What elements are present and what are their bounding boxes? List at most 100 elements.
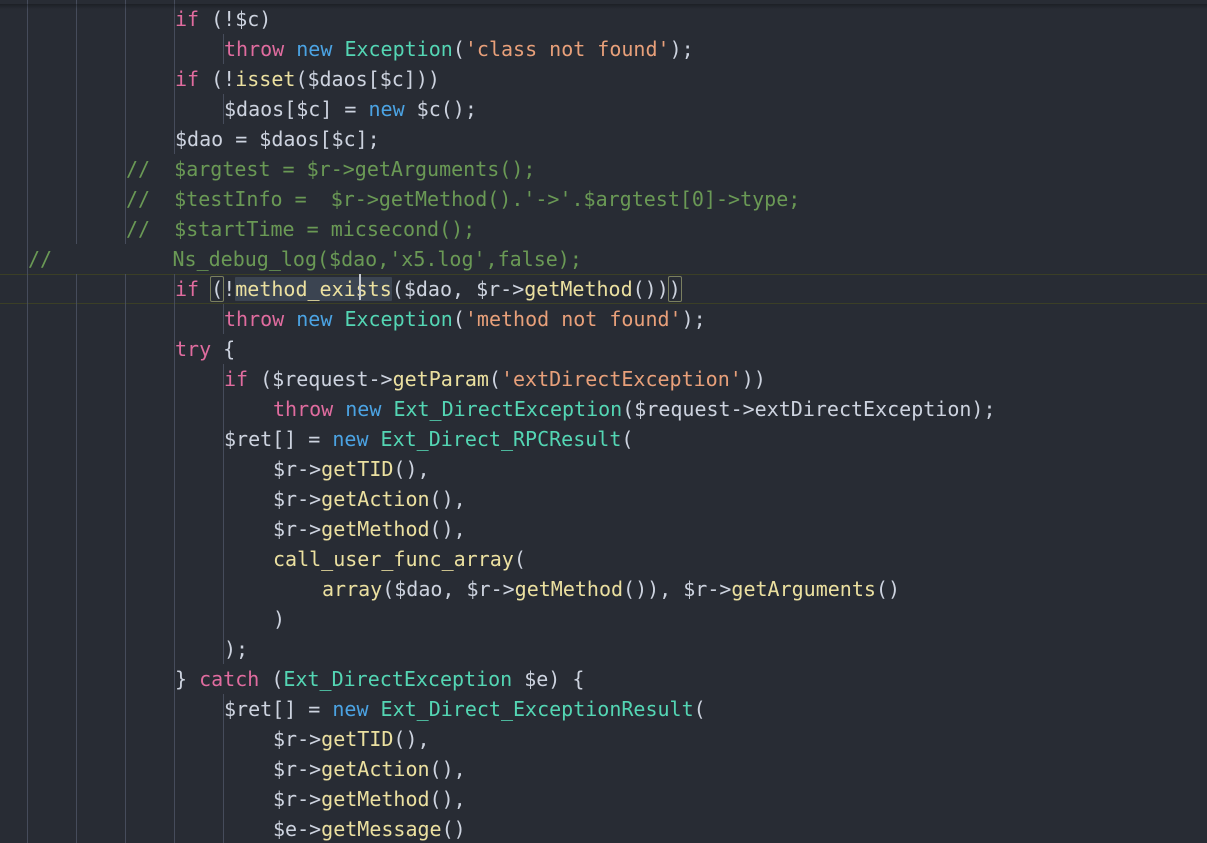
- code-token: new: [368, 97, 405, 121]
- code-token: // $testInfo = $r->getMethod().'->'.$arg…: [126, 187, 801, 211]
- code-token: getMethod: [321, 517, 430, 541]
- code-token: );: [224, 637, 249, 661]
- code-token: $dao = $daos[$c];: [175, 127, 380, 151]
- code-token: getTID: [321, 727, 394, 751]
- code-line[interactable]: array($dao, $r->getMethod()), $r->getArg…: [0, 574, 1207, 604]
- code-token: ($dao, $r->: [382, 577, 515, 601]
- code-token: (): [441, 817, 466, 841]
- code-line[interactable]: $r->getTID(),: [0, 454, 1207, 484]
- code-token: $r->: [273, 517, 322, 541]
- code-token: // Ns_debug_log($dao,'x5.log',false);: [28, 247, 582, 271]
- code-token: getParam: [392, 367, 489, 391]
- code-content[interactable]: if (!$c) throw new Exception('class not f…: [0, 4, 1207, 843]
- code-line[interactable]: $r->getMethod(),: [0, 514, 1207, 544]
- selected-text: method_exists: [235, 277, 392, 301]
- code-token: ): [273, 607, 286, 631]
- code-token: }: [175, 667, 188, 691]
- code-token: ($request->: [248, 367, 393, 391]
- code-token: getTID: [321, 457, 394, 481]
- code-line[interactable]: // Ns_debug_log($dao,'x5.log',false);: [0, 244, 1207, 274]
- code-token: );: [669, 37, 694, 61]
- code-editor-viewport[interactable]: if (!$c) if (!$c)throw new Exception('cl…: [0, 0, 1207, 843]
- code-token: (: [452, 307, 465, 331]
- code-token: (),: [429, 757, 466, 781]
- code-line[interactable]: $daos[$c] = new $c();: [0, 94, 1207, 124]
- code-line[interactable]: );: [0, 634, 1207, 664]
- code-token: Ext_DirectException: [393, 397, 623, 421]
- code-token: ($dao, $r->: [391, 277, 525, 301]
- code-token: getMethod: [321, 787, 430, 811]
- code-line[interactable]: if ($request->getParam('extDirectExcepti…: [0, 364, 1207, 394]
- code-token: $r->: [273, 787, 322, 811]
- code-line[interactable]: $r->getAction(),: [0, 754, 1207, 784]
- code-token: throw: [224, 37, 285, 61]
- code-token: getMessage: [321, 817, 442, 841]
- code-token: $e->: [273, 817, 322, 841]
- code-token: getAction: [321, 757, 430, 781]
- code-line[interactable]: if (!method_exists($dao, $r->getMethod()…: [0, 274, 1207, 304]
- code-line[interactable]: throw new Exception('method not found');: [0, 304, 1207, 334]
- code-token: // $argtest = $r->getArguments();: [126, 157, 536, 181]
- code-line[interactable]: $ret[] = new Ext_Direct_ExceptionResult(: [0, 694, 1207, 724]
- code-token: (: [621, 427, 634, 451]
- code-token: new: [345, 397, 382, 421]
- code-line[interactable]: // $startTime = micsecond();: [0, 214, 1207, 244]
- code-line[interactable]: // $testInfo = $r->getMethod().'->'.$arg…: [0, 184, 1207, 214]
- code-token: $ret[] =: [224, 427, 333, 451]
- text-caret: [358, 274, 361, 300]
- code-line[interactable]: $r->getAction(),: [0, 484, 1207, 514]
- code-token: Exception: [344, 37, 453, 61]
- code-line[interactable]: throw new Exception('class not found');: [0, 34, 1207, 64]
- code-token: if: [175, 7, 200, 31]
- code-line[interactable]: $e->getMessage(): [0, 814, 1207, 843]
- code-token: $daos[$c] =: [224, 97, 369, 121]
- code-line[interactable]: if (!$c): [0, 4, 1207, 34]
- code-token: (),: [393, 457, 430, 481]
- bracket-match: ): [667, 276, 682, 302]
- code-token: $ret[] =: [224, 697, 333, 721]
- code-token: call_user_func_array: [273, 547, 514, 571]
- code-token: throw: [273, 397, 334, 421]
- code-line[interactable]: if (!isset($daos[$c])): [0, 64, 1207, 94]
- code-token: )): [741, 367, 766, 391]
- code-token: ($daos[$c])): [295, 67, 440, 91]
- code-line[interactable]: } catch (Ext_DirectException $e) {: [0, 664, 1207, 694]
- code-token: isset: [235, 67, 296, 91]
- code-line[interactable]: $ret[] = new Ext_Direct_RPCResult(: [0, 424, 1207, 454]
- code-token: $r->: [273, 487, 322, 511]
- code-token: ()), $r->: [623, 577, 732, 601]
- code-token: (!$c): [211, 7, 272, 31]
- code-token: (),: [393, 727, 430, 751]
- code-token: ()): [632, 277, 669, 301]
- code-line[interactable]: $dao = $daos[$c];: [0, 124, 1207, 154]
- code-line[interactable]: ): [0, 604, 1207, 634]
- code-line[interactable]: $r->getTID(),: [0, 724, 1207, 754]
- code-token: new: [332, 697, 369, 721]
- code-line[interactable]: $r->getMethod(),: [0, 784, 1207, 814]
- code-token: (: [259, 667, 284, 691]
- code-line[interactable]: call_user_func_array(: [0, 544, 1207, 574]
- code-token: Ext_Direct_RPCResult: [380, 427, 622, 451]
- code-token: throw: [224, 307, 285, 331]
- code-token: $r->: [273, 757, 322, 781]
- code-token: Ext_Direct_ExceptionResult: [380, 697, 694, 721]
- code-token: $r->: [273, 727, 322, 751]
- code-token: if: [224, 367, 249, 391]
- code-line[interactable]: try {: [0, 334, 1207, 364]
- code-token: $r->: [273, 457, 322, 481]
- code-token: if: [175, 67, 200, 91]
- code-token: array: [322, 577, 383, 601]
- code-line[interactable]: throw new Ext_DirectException($request->…: [0, 394, 1207, 424]
- code-token: $e) {: [512, 667, 585, 691]
- code-token: (),: [429, 517, 466, 541]
- code-line[interactable]: // $argtest = $r->getArguments();: [0, 154, 1207, 184]
